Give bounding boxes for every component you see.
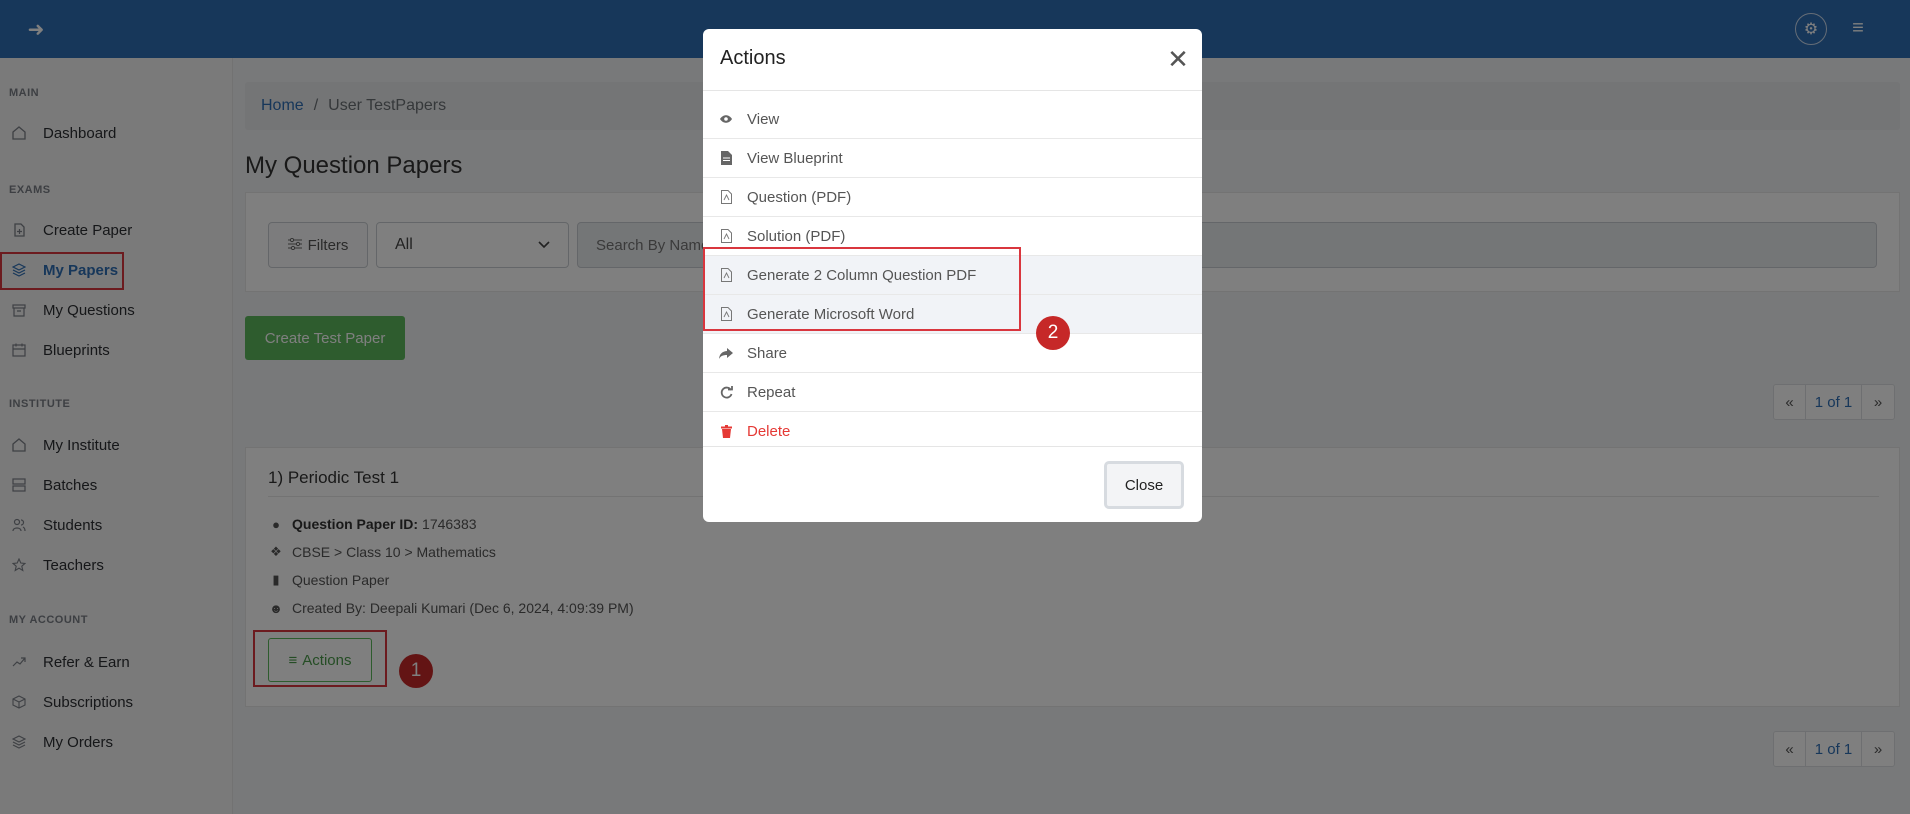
action-label: Delete — [747, 423, 791, 440]
trash-icon — [719, 425, 733, 438]
close-button[interactable]: Close — [1104, 461, 1184, 509]
action-label: Repeat — [747, 383, 796, 401]
pdf-icon — [719, 229, 733, 243]
action-label: View — [747, 110, 780, 128]
modal-header: Actions ✕ — [703, 29, 1202, 91]
action-view-blueprint[interactable]: View Blueprint — [703, 139, 1202, 178]
pdf-icon — [719, 190, 733, 204]
action-repeat[interactable]: Repeat — [703, 373, 1202, 412]
action-question-pdf[interactable]: Question (PDF) — [703, 178, 1202, 217]
action-label: Share — [747, 344, 788, 362]
close-icon[interactable]: ✕ — [1166, 46, 1190, 72]
share-icon — [719, 347, 733, 359]
modal-footer: Close — [703, 446, 1202, 522]
modal-title: Actions — [720, 47, 786, 69]
document-icon — [719, 151, 733, 165]
eye-icon — [719, 114, 733, 124]
action-label: Solution (PDF) — [747, 227, 846, 245]
action-share[interactable]: Share — [703, 334, 1202, 373]
action-view[interactable]: View — [703, 100, 1202, 139]
step-badge-2: 2 — [1036, 316, 1070, 350]
action-label: View Blueprint — [747, 149, 843, 167]
action-label: Question (PDF) — [747, 188, 852, 206]
refresh-icon — [719, 385, 733, 399]
generate-options-highlight — [703, 247, 1021, 331]
